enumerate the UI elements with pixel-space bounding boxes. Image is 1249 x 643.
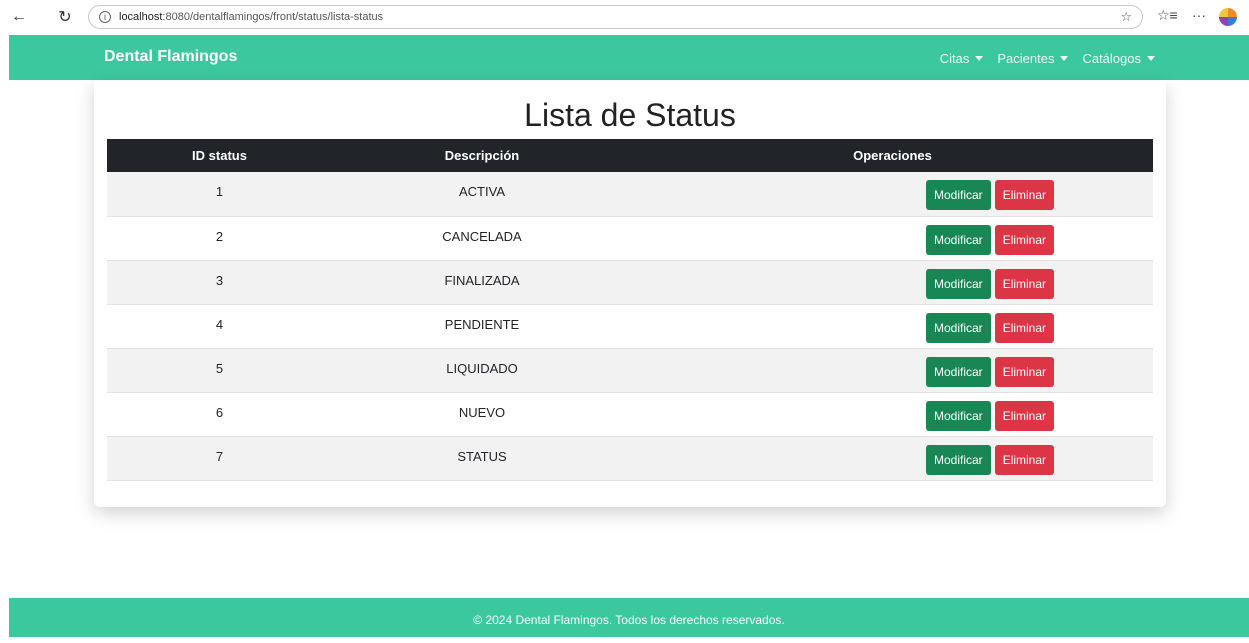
- cell-description: CANCELADA: [442, 228, 522, 244]
- footer: © 2024 Dental Flamingos. Todos los derec…: [9, 598, 1249, 637]
- nav-menu: Citas Pacientes Catálogos: [940, 51, 1155, 66]
- page-title: Lista de Status: [524, 97, 736, 133]
- delete-button[interactable]: Eliminar: [994, 400, 1055, 431]
- browser-toolbar: ← ↻ i localhost:8080/dentalflamingos/fro…: [0, 0, 1249, 34]
- table-row: 6 NUEVO Modificar Eliminar: [107, 392, 1153, 436]
- delete-button[interactable]: Eliminar: [994, 312, 1055, 343]
- url-path: :8080/dentalflamingos/front/status/lista…: [162, 11, 384, 23]
- table-row: 4 PENDIENTE Modificar Eliminar: [107, 304, 1153, 348]
- footer-text: © 2024 Dental Flamingos. Todos los derec…: [473, 613, 785, 627]
- cell-id: 2: [215, 228, 224, 244]
- caret-down-icon: [1147, 56, 1155, 61]
- nav-item-label: Catálogos: [1082, 51, 1141, 66]
- delete-button[interactable]: Eliminar: [994, 268, 1055, 299]
- cell-operations: Modificar Eliminar: [632, 216, 1153, 260]
- refresh-icon[interactable]: ↻: [54, 6, 76, 28]
- nav-item-citas[interactable]: Citas: [940, 51, 984, 66]
- cell-id: 1: [215, 184, 224, 199]
- caret-down-icon: [1060, 56, 1069, 61]
- header-operations: Operaciones: [853, 148, 932, 163]
- favorites-icon[interactable]: ☆≡: [1157, 7, 1178, 24]
- cell-description: NUEVO: [458, 404, 506, 420]
- back-arrow-icon[interactable]: ←: [8, 6, 30, 28]
- nav-item-pacientes[interactable]: Pacientes: [997, 51, 1069, 66]
- delete-button[interactable]: Eliminar: [994, 180, 1055, 210]
- status-card: Lista de Status ID status Descripción Op…: [94, 80, 1166, 507]
- table-row: 5 LIQUIDADO Modificar Eliminar: [107, 348, 1153, 392]
- nav-item-label: Pacientes: [997, 51, 1055, 66]
- address-bar[interactable]: i localhost:8080/dentalflamingos/front/s…: [88, 5, 1143, 29]
- navbar: Dental Flamingos Citas Pacientes Catálog…: [9, 35, 1249, 80]
- info-icon[interactable]: i: [99, 11, 111, 23]
- cell-operations: Modificar Eliminar: [632, 172, 1153, 216]
- favorite-star-icon[interactable]: ☆: [1120, 9, 1132, 25]
- cell-description: STATUS: [457, 448, 507, 464]
- header-id: ID status: [192, 148, 247, 163]
- cell-description: PENDIENTE: [444, 316, 520, 332]
- delete-button[interactable]: Eliminar: [994, 444, 1055, 475]
- more-options-icon[interactable]: ···: [1192, 7, 1206, 23]
- copilot-icon[interactable]: [1219, 8, 1237, 26]
- nav-item-label: Citas: [939, 51, 970, 66]
- left-gutter: [0, 35, 9, 637]
- modify-button[interactable]: Modificar: [926, 268, 991, 299]
- delete-button[interactable]: Eliminar: [994, 224, 1055, 255]
- cell-description: LIQUIDADO: [446, 360, 518, 376]
- brand-link[interactable]: Dental Flamingos: [104, 48, 237, 66]
- cell-id: 5: [215, 360, 224, 376]
- cell-operations: Modificar Eliminar: [632, 304, 1153, 348]
- cell-operations: Modificar Eliminar: [632, 260, 1153, 304]
- delete-button[interactable]: Eliminar: [994, 356, 1055, 387]
- cell-description: FINALIZADA: [444, 272, 520, 288]
- caret-down-icon: [975, 56, 984, 61]
- cell-operations: Modificar Eliminar: [632, 392, 1153, 436]
- cell-id: 4: [215, 316, 224, 332]
- table-row: 7 STATUS Modificar Eliminar: [107, 436, 1153, 480]
- table-header-row: ID status Descripción Operaciones: [107, 139, 1153, 172]
- cell-operations: Modificar Eliminar: [632, 436, 1153, 480]
- header-description: Descripción: [444, 148, 520, 163]
- cell-id: 3: [215, 272, 224, 288]
- status-table: ID status Descripción Operaciones 1 ACTI…: [107, 139, 1153, 481]
- modify-button[interactable]: Modificar: [926, 312, 991, 343]
- modify-button[interactable]: Modificar: [926, 400, 991, 431]
- cell-id: 6: [215, 404, 224, 420]
- modify-button[interactable]: Modificar: [926, 180, 991, 210]
- table-row: 2 CANCELADA Modificar Eliminar: [107, 216, 1153, 260]
- cell-description: ACTIVA: [459, 184, 505, 199]
- cell-id: 7: [215, 448, 224, 464]
- modify-button[interactable]: Modificar: [926, 356, 991, 387]
- modify-button[interactable]: Modificar: [926, 224, 991, 255]
- cell-operations: Modificar Eliminar: [632, 348, 1153, 392]
- table-row: 3 FINALIZADA Modificar Eliminar: [107, 260, 1153, 304]
- modify-button[interactable]: Modificar: [926, 444, 991, 475]
- url-host: localhost: [119, 11, 163, 23]
- nav-item-catalogos[interactable]: Catálogos: [1082, 51, 1155, 66]
- table-row: 1 ACTIVA Modificar Eliminar: [107, 172, 1153, 216]
